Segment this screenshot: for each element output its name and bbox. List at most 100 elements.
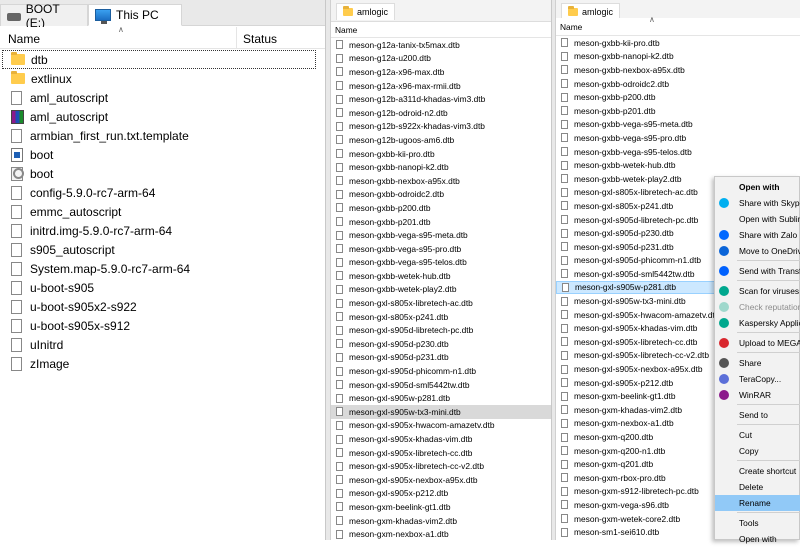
file-row[interactable]: meson-gxbb-wetek-play2.dtb — [331, 283, 551, 297]
file-row[interactable]: meson-gxm-khadas-vim2.dtb — [331, 514, 551, 528]
file-row[interactable]: meson-gxbb-odroidc2.dtb — [556, 77, 800, 91]
file-row[interactable]: u-boot-s905x2-s922 — [0, 297, 318, 316]
menu-item[interactable]: Open with — [715, 179, 800, 195]
menu-item-label: WinRAR — [739, 390, 772, 400]
menu-item[interactable]: Kaspersky Application — [715, 315, 800, 331]
menu-item[interactable]: Scan for viruses — [715, 283, 800, 299]
menu-item[interactable]: TeraCopy... — [715, 371, 800, 387]
menu-item[interactable]: Send with Transfer — [715, 263, 800, 279]
file-row[interactable]: meson-gxl-s905w-tx3-mini.dtb — [331, 405, 551, 419]
menu-item[interactable]: Send to — [715, 407, 800, 423]
file-row[interactable]: meson-gxbb-nexbox-a95x.dtb — [556, 63, 800, 77]
file-row[interactable]: config-5.9.0-rc7-arm-64 — [0, 183, 318, 202]
file-row[interactable]: meson-g12b-odroid-n2.dtb — [331, 106, 551, 120]
file-row[interactable]: meson-gxbb-nanopi-k2.dtb — [556, 50, 800, 64]
menu-item[interactable]: Share with Skype — [715, 195, 800, 211]
file-icon — [336, 121, 343, 131]
file-name: meson-gxbb-nanopi-k2.dtb — [574, 51, 674, 62]
folder-tab-bar: amlogic — [331, 0, 551, 22]
menu-item[interactable]: Tools — [715, 515, 800, 531]
menu-item[interactable]: Open with — [715, 531, 800, 547]
menu-item[interactable]: Rename — [715, 495, 800, 511]
menu-item[interactable]: Share — [715, 355, 800, 371]
menu-item[interactable]: Share with Zalo — [715, 227, 800, 243]
menu-item[interactable]: Open with Sublime Text — [715, 211, 800, 227]
file-row[interactable]: meson-g12a-u200.dtb — [331, 52, 551, 66]
file-row[interactable]: meson-gxbb-vega-s95-pro.dtb — [556, 131, 800, 145]
file-row[interactable]: meson-gxbb-odroidc2.dtb — [331, 188, 551, 202]
file-row[interactable]: meson-g12a-tanix-tx5max.dtb — [331, 38, 551, 52]
file-row[interactable]: meson-gxbb-wetek-hub.dtb — [556, 158, 800, 172]
file-row[interactable]: s905_autoscript — [0, 240, 318, 259]
file-row[interactable]: boot — [0, 145, 318, 164]
file-row[interactable]: System.map-5.9.0-rc7-arm-64 — [0, 259, 318, 278]
file-row[interactable]: meson-gxbb-nexbox-a95x.dtb — [331, 174, 551, 188]
file-row[interactable]: meson-gxbb-vega-s95-meta.dtb — [556, 118, 800, 132]
file-row[interactable]: meson-gxbb-kii-pro.dtb — [556, 36, 800, 50]
file-row[interactable]: meson-gxbb-p201.dtb — [556, 104, 800, 118]
file-row[interactable]: meson-gxbb-vega-s95-pro.dtb — [331, 242, 551, 256]
file-row[interactable]: aml_autoscript — [0, 107, 318, 126]
menu-item[interactable]: Delete — [715, 479, 800, 495]
file-row[interactable]: extlinux — [0, 69, 318, 88]
file-row[interactable]: meson-gxl-s905d-sml5442tw.dtb — [331, 378, 551, 392]
file-row[interactable]: meson-g12a-x96-max.dtb — [331, 65, 551, 79]
file-row[interactable]: meson-gxl-s905x-khadas-vim.dtb — [331, 432, 551, 446]
file-row[interactable]: meson-gxl-s905x-nexbox-a95x.dtb — [331, 473, 551, 487]
file-row[interactable]: meson-gxbb-vega-s95-meta.dtb — [331, 228, 551, 242]
file-icon — [561, 323, 568, 333]
column-name[interactable]: Name — [560, 22, 582, 32]
file-row[interactable]: meson-gxl-s905d-phicomm-n1.dtb — [331, 364, 551, 378]
file-row[interactable]: meson-gxbb-kii-pro.dtb — [331, 147, 551, 161]
file-row[interactable]: meson-gxl-s905x-libretech-cc.dtb — [331, 446, 551, 460]
file-row[interactable]: initrd.img-5.9.0-rc7-arm-64 — [0, 221, 318, 240]
file-row[interactable]: meson-gxbb-vega-s95-telos.dtb — [331, 256, 551, 270]
file-row[interactable]: u-boot-s905x-s912 — [0, 316, 318, 335]
menu-item[interactable]: WinRAR — [715, 387, 800, 403]
menu-item[interactable]: Upload to MEGA — [715, 335, 800, 351]
file-row[interactable]: armbian_first_run.txt.template — [0, 126, 318, 145]
tab-boot-drive[interactable]: BOOT (E:) — [0, 2, 88, 30]
file-row[interactable]: meson-gxbb-nanopi-k2.dtb — [331, 160, 551, 174]
file-name: meson-gxl-s905w-tx3-mini.dtb — [574, 296, 686, 307]
file-row[interactable]: u-boot-s905 — [0, 278, 318, 297]
file-row[interactable]: aml_autoscript — [0, 88, 318, 107]
file-row[interactable]: dtb — [2, 50, 316, 69]
file-icon — [561, 500, 568, 510]
menu-item[interactable]: Create shortcut — [715, 463, 800, 479]
menu-item[interactable]: Move to OneDrive — [715, 243, 800, 259]
file-row[interactable]: meson-g12b-a311d-khadas-vim3.dtb — [331, 92, 551, 106]
file-row[interactable]: meson-gxl-s905x-p212.dtb — [331, 487, 551, 501]
file-row[interactable]: meson-gxl-s805x-libretech-ac.dtb — [331, 296, 551, 310]
file-row[interactable]: meson-gxm-nexbox-a1.dtb — [331, 527, 551, 540]
file-row[interactable]: meson-gxbb-p201.dtb — [331, 215, 551, 229]
file-row[interactable]: meson-gxbb-p200.dtb — [556, 90, 800, 104]
column-name[interactable]: Name — [8, 32, 40, 46]
file-row[interactable]: meson-g12b-ugoos-am6.dtb — [331, 133, 551, 147]
file-row[interactable]: meson-gxl-s905x-hwacom-amazetv.dtb — [331, 419, 551, 433]
file-row[interactable]: meson-gxl-s905w-p281.dtb — [331, 391, 551, 405]
file-row[interactable]: zImage — [0, 354, 318, 373]
column-divider[interactable] — [236, 27, 237, 49]
file-row[interactable]: meson-gxl-s905x-libretech-cc-v2.dtb — [331, 459, 551, 473]
menu-item[interactable]: Cut — [715, 427, 800, 443]
file-row[interactable]: meson-gxbb-wetek-hub.dtb — [331, 269, 551, 283]
menu-separator — [737, 260, 800, 261]
file-row[interactable]: meson-gxl-s805x-p241.dtb — [331, 310, 551, 324]
column-status[interactable]: Status — [243, 32, 277, 46]
column-name[interactable]: Name — [335, 25, 357, 35]
menu-item[interactable]: Copy — [715, 443, 800, 459]
file-row[interactable]: meson-gxl-s905d-p230.dtb — [331, 337, 551, 351]
file-row[interactable]: meson-gxl-s905d-libretech-pc.dtb — [331, 323, 551, 337]
file-row[interactable]: emmc_autoscript — [0, 202, 318, 221]
tab-amlogic[interactable]: amlogic — [336, 3, 396, 20]
file-row[interactable]: meson-g12b-s922x-khadas-vim3.dtb — [331, 120, 551, 134]
tab-this-pc[interactable]: This PC — [88, 4, 182, 26]
file-row[interactable]: boot — [0, 164, 318, 183]
file-row[interactable]: uInitrd — [0, 335, 318, 354]
file-row[interactable]: meson-g12a-x96-max-rmii.dtb — [331, 79, 551, 93]
file-row[interactable]: meson-gxl-s905d-p231.dtb — [331, 351, 551, 365]
file-row[interactable]: meson-gxbb-vega-s95-telos.dtb — [556, 145, 800, 159]
file-row[interactable]: meson-gxm-beelink-gt1.dtb — [331, 500, 551, 514]
file-row[interactable]: meson-gxbb-p200.dtb — [331, 201, 551, 215]
